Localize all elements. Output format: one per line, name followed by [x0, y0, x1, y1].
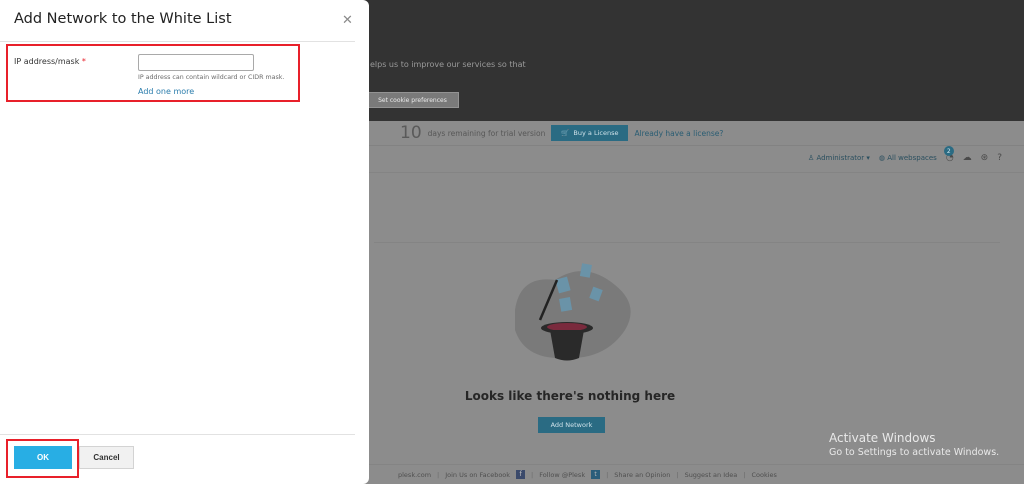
activate-windows-watermark: Activate Windows Go to Settings to activ… — [829, 431, 999, 458]
add-network-button: Add Network — [538, 417, 605, 433]
header-divider — [369, 145, 1024, 146]
user-toolbar: ♙ Administrator ▾ ◍ All webspaces ◔ 2 ☁ … — [807, 146, 1002, 163]
magic-hat-illustration — [515, 263, 631, 361]
webspaces-menu: ◍ All webspaces — [879, 154, 937, 162]
cancel-button[interactable]: Cancel — [79, 446, 134, 469]
watermark-subtitle: Go to Settings to activate Windows. — [829, 447, 1000, 458]
footer-suggest-link: Suggest an Idea — [684, 470, 738, 479]
buy-license-label: Buy a License — [573, 129, 619, 137]
ok-button[interactable]: OK — [14, 446, 72, 469]
trial-days: 10 — [400, 123, 422, 143]
webspaces-label: All webspaces — [887, 154, 937, 162]
footer: plesk.com | Join Us on Facebook f | Foll… — [398, 470, 777, 479]
globe-icon: ◍ — [878, 154, 886, 162]
cloud-icon: ☁ — [962, 153, 972, 163]
footer-cookies-link: Cookies — [751, 470, 777, 479]
user-menu: ♙ Administrator ▾ — [807, 154, 870, 162]
facebook-icon: f — [516, 470, 526, 479]
footer-plesk-link: plesk.com — [398, 470, 432, 479]
cart-icon: 🛒 — [561, 129, 570, 137]
notifications-icon: ◔ 2 — [943, 146, 954, 163]
user-icon: ♙ — [807, 154, 815, 162]
have-license-link: Already have a license? — [634, 128, 724, 138]
trial-text: days remaining for trial version — [427, 128, 546, 138]
extensions-icon: ⊛ — [980, 153, 989, 163]
user-name: Administrator — [816, 154, 865, 162]
ip-address-input[interactable] — [138, 54, 254, 71]
ip-address-label-text: IP address/mask — [14, 57, 80, 66]
twitter-icon: t — [591, 470, 601, 479]
buy-license-button: 🛒 Buy a License — [551, 125, 629, 141]
content-divider — [374, 242, 1000, 243]
ip-address-label: IP address/mask * — [14, 57, 86, 66]
dialog-footer-divider — [0, 434, 355, 435]
cookie-text: elps us to improve our services so that — [370, 60, 526, 69]
required-marker: * — [81, 57, 86, 66]
footer-share-link: Share an Opinion — [614, 470, 671, 479]
close-icon[interactable]: ✕ — [342, 13, 353, 28]
notification-badge: 2 — [943, 146, 954, 156]
footer-follow-link: Follow @Plesk — [539, 470, 586, 479]
add-network-dialog: Add Network to the White List ✕ IP addre… — [0, 0, 369, 484]
trial-bar: 10 days remaining for trial version 🛒 Bu… — [400, 123, 724, 143]
cookie-preferences-button: Set cookie preferences — [366, 92, 459, 108]
add-one-more-link[interactable]: Add one more — [138, 87, 194, 96]
help-icon: ? — [997, 153, 1002, 163]
ip-address-hint: IP address can contain wildcard or CIDR … — [138, 74, 285, 81]
empty-state-title: Looks like there's nothing here — [464, 389, 676, 403]
watermark-title: Activate Windows — [829, 431, 936, 445]
footer-facebook-link: Join Us on Facebook — [445, 470, 511, 479]
dialog-header-divider — [0, 41, 355, 42]
toolbar-divider — [369, 172, 1024, 173]
footer-divider — [369, 464, 1024, 465]
dialog-title: Add Network to the White List — [14, 11, 232, 27]
